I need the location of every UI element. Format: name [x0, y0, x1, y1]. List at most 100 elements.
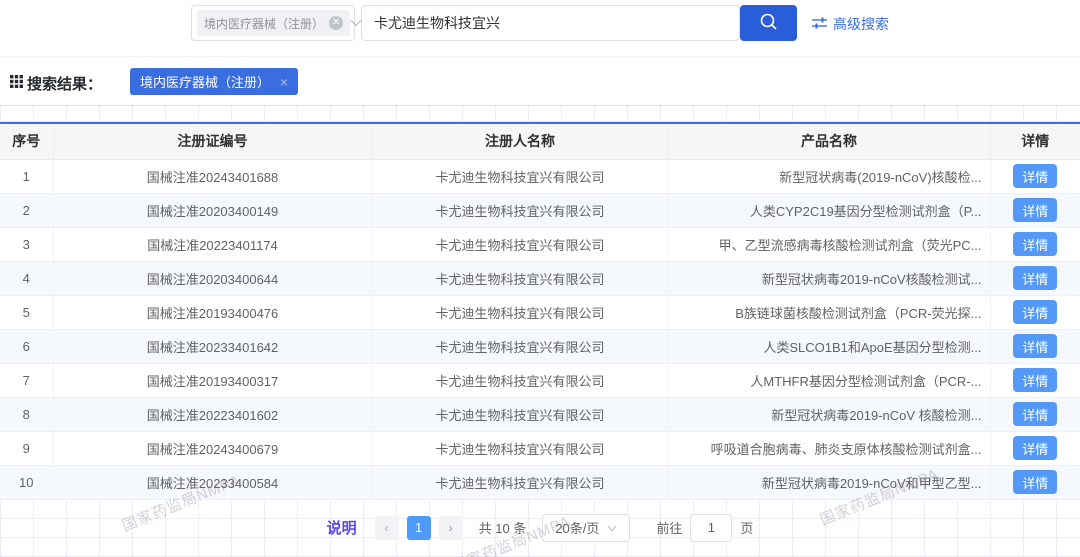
- cell-product: 人MTHFR基因分型检测试剂盒（PCR-...: [668, 363, 991, 398]
- search-input[interactable]: [361, 5, 740, 41]
- cell-product: 新型冠状病毒(2019-nCoV)核酸检...: [668, 159, 991, 194]
- result-filter-tag-close-icon[interactable]: ×: [280, 74, 288, 90]
- col-header-detail: 详情: [990, 123, 1080, 160]
- footer: 说明 ‹ 1 › 共 10 条 20条/页 前往 页: [0, 499, 1080, 557]
- cell-registrant: 卡尤迪生物科技宜兴有限公司: [372, 227, 669, 262]
- detail-button[interactable]: 详情: [1013, 300, 1058, 324]
- col-header-registrant: 注册人名称: [372, 123, 669, 160]
- next-page-button[interactable]: ›: [438, 515, 463, 540]
- table-row: 1 国械注准20243401688 卡尤迪生物科技宜兴有限公司 新型冠状病毒(2…: [0, 159, 1080, 194]
- cell-reg-no: 国械注准20233400584: [53, 465, 373, 500]
- search-bar: 境内医疗器械（注册） ✕ 高级搜索: [0, 0, 1080, 57]
- cell-registrant: 卡尤迪生物科技宜兴有限公司: [372, 329, 669, 364]
- cell-index: 5: [0, 295, 54, 330]
- cell-index: 10: [0, 465, 54, 500]
- cell-reg-no: 国械注准20223401602: [53, 397, 373, 432]
- cell-product: 呼吸道合胞病毒、肺炎支原体核酸检测试剂盒...: [668, 431, 991, 466]
- pagination: 说明 ‹ 1 › 共 10 条 20条/页 前往 页: [0, 513, 1080, 542]
- detail-button[interactable]: 详情: [1013, 232, 1058, 256]
- table-row: 4 国械注准20203400644 卡尤迪生物科技宜兴有限公司 新型冠状病毒20…: [0, 261, 1080, 296]
- chevron-right-icon: ›: [448, 520, 453, 535]
- page-size-select[interactable]: 20条/页: [542, 513, 631, 542]
- cell-reg-no: 国械注准20203400149: [53, 193, 373, 228]
- cell-index: 3: [0, 227, 54, 262]
- detail-button[interactable]: 详情: [1013, 198, 1058, 222]
- note-link[interactable]: 说明: [327, 517, 357, 538]
- search-results-page: 境内医疗器械（注册） ✕ 高级搜索: [0, 0, 1080, 557]
- results-label: 搜索结果：: [10, 73, 102, 94]
- cell-product: 新型冠状病毒2019-nCoV 核酸检测...: [668, 397, 991, 432]
- total-count-text: 共 10 条: [478, 521, 527, 536]
- cell-detail: 详情: [990, 261, 1080, 296]
- col-header-index: 序号: [0, 123, 54, 160]
- cell-detail: 详情: [990, 363, 1080, 398]
- cell-product: 新型冠状病毒2019-nCoV和甲型乙型...: [668, 465, 991, 500]
- cell-detail: 详情: [990, 465, 1080, 500]
- cell-detail: 详情: [990, 329, 1080, 364]
- detail-button[interactable]: 详情: [1013, 266, 1058, 290]
- category-tag: 境内医疗器械（注册） ✕: [197, 10, 351, 36]
- cell-index: 8: [0, 397, 54, 432]
- cell-reg-no: 国械注准20203400644: [53, 261, 373, 296]
- table-header-row: 序号 注册证编号 注册人名称 产品名称 详情: [0, 123, 1080, 160]
- grid-icon: [10, 75, 23, 92]
- goto-page-group: 前往 页: [656, 513, 753, 542]
- cell-detail: 详情: [990, 193, 1080, 228]
- prev-page-button[interactable]: ‹: [374, 515, 399, 540]
- cell-index: 7: [0, 363, 54, 398]
- cell-registrant: 卡尤迪生物科技宜兴有限公司: [372, 465, 669, 500]
- cell-index: 1: [0, 159, 54, 194]
- detail-button[interactable]: 详情: [1013, 436, 1058, 460]
- category-tag-close-icon[interactable]: ✕: [329, 16, 344, 30]
- search-icon: [759, 12, 779, 35]
- cell-reg-no: 国械注准20243401688: [53, 159, 373, 194]
- cell-registrant: 卡尤迪生物科技宜兴有限公司: [372, 363, 669, 398]
- table-row: 7 国械注准20193400317 卡尤迪生物科技宜兴有限公司 人MTHFR基因…: [0, 363, 1080, 398]
- chevron-left-icon: ‹: [384, 520, 389, 535]
- cell-product: B族链球菌核酸检测试剂盒（PCR-荧光探...: [668, 295, 991, 330]
- cell-index: 2: [0, 193, 54, 228]
- filter-sliders-icon: [812, 16, 827, 33]
- cell-registrant: 卡尤迪生物科技宜兴有限公司: [372, 295, 669, 330]
- cell-index: 6: [0, 329, 54, 364]
- cell-index: 9: [0, 431, 54, 466]
- results-table: 序号 注册证编号 注册人名称 产品名称 详情 1 国械注准20243401688…: [0, 122, 1080, 500]
- table-row: 6 国械注准20233401642 卡尤迪生物科技宜兴有限公司 人类SLCO1B…: [0, 329, 1080, 364]
- current-page-button[interactable]: 1: [406, 515, 431, 540]
- results-row: 搜索结果： 境内医疗器械（注册） ×: [0, 57, 1080, 105]
- cell-detail: 详情: [990, 295, 1080, 330]
- result-filter-tag: 境内医疗器械（注册） ×: [130, 68, 299, 95]
- advanced-search-link[interactable]: 高级搜索: [812, 14, 889, 34]
- page-size-label: 20条/页: [555, 521, 600, 536]
- cell-registrant: 卡尤迪生物科技宜兴有限公司: [372, 397, 669, 432]
- cell-detail: 详情: [990, 159, 1080, 194]
- table-row: 2 国械注准20203400149 卡尤迪生物科技宜兴有限公司 人类CYP2C1…: [0, 193, 1080, 228]
- cell-reg-no: 国械注准20193400317: [53, 363, 373, 398]
- category-select[interactable]: 境内医疗器械（注册） ✕: [191, 5, 362, 41]
- detail-button[interactable]: 详情: [1013, 368, 1058, 392]
- cell-product: 甲、乙型流感病毒核酸检测试剂盒（荧光PC...: [668, 227, 991, 262]
- cell-product: 人类CYP2C19基因分型检测试剂盒（P...: [668, 193, 991, 228]
- goto-prefix-label: 前往: [656, 521, 683, 536]
- cell-registrant: 卡尤迪生物科技宜兴有限公司: [372, 431, 669, 466]
- cell-reg-no: 国械注准20233401642: [53, 329, 373, 364]
- goto-page-input[interactable]: [690, 513, 733, 542]
- table-row: 3 国械注准20223401174 卡尤迪生物科技宜兴有限公司 甲、乙型流感病毒…: [0, 227, 1080, 262]
- detail-button[interactable]: 详情: [1013, 164, 1058, 188]
- search-button[interactable]: [740, 5, 797, 41]
- cell-detail: 详情: [990, 227, 1080, 262]
- detail-button[interactable]: 详情: [1013, 402, 1058, 426]
- watermark-grid-strip: [0, 105, 1080, 122]
- detail-button[interactable]: 详情: [1013, 470, 1058, 494]
- cell-reg-no: 国械注准20223401174: [53, 227, 373, 262]
- table-row: 10 国械注准20233400584 卡尤迪生物科技宜兴有限公司 新型冠状病毒2…: [0, 465, 1080, 500]
- detail-button[interactable]: 详情: [1013, 334, 1058, 358]
- category-tag-label: 境内医疗器械（注册）: [204, 16, 325, 31]
- table-row: 8 国械注准20223401602 卡尤迪生物科技宜兴有限公司 新型冠状病毒20…: [0, 397, 1080, 432]
- cell-product: 新型冠状病毒2019-nCoV核酸检测试...: [668, 261, 991, 296]
- col-header-product: 产品名称: [668, 123, 991, 160]
- result-filter-tag-label: 境内医疗器械（注册）: [140, 75, 271, 90]
- cell-registrant: 卡尤迪生物科技宜兴有限公司: [372, 159, 669, 194]
- cell-reg-no: 国械注准20193400476: [53, 295, 373, 330]
- cell-detail: 详情: [990, 397, 1080, 432]
